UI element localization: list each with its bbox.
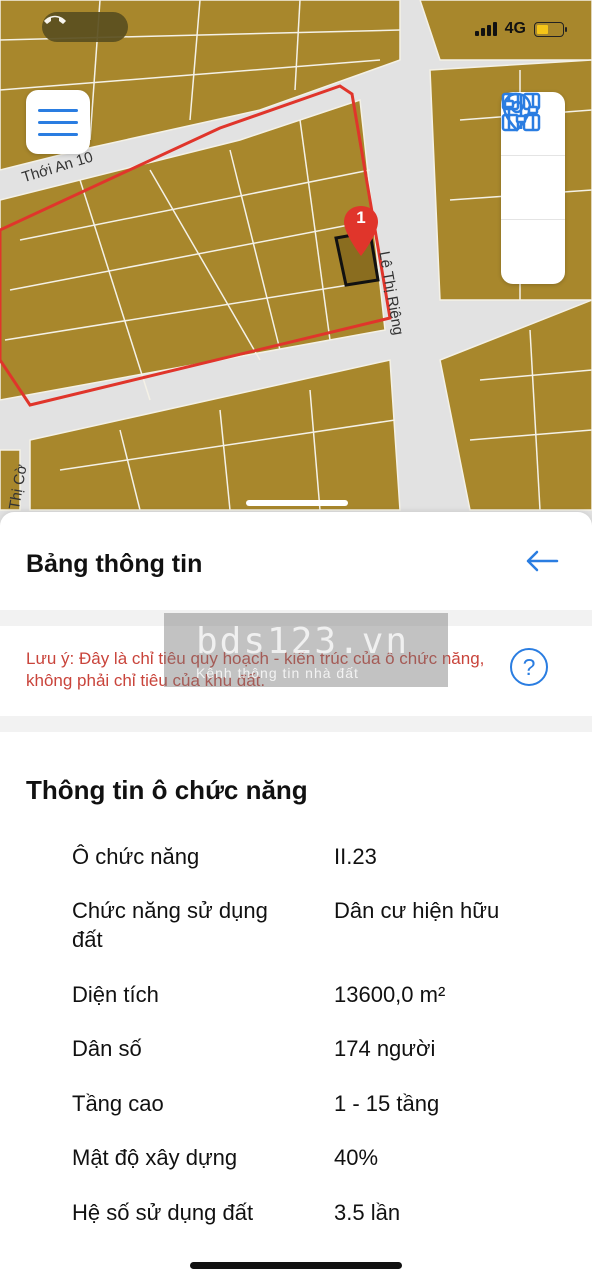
watermark-sub: Kênh thông tin nhà đất bbox=[196, 665, 359, 681]
table-row: Mật độ xây dựng 40% bbox=[72, 1143, 562, 1198]
row-label: Mật độ xây dựng bbox=[72, 1145, 238, 1170]
table-row: Hệ số sử dụng đất 3.5 lần bbox=[72, 1198, 562, 1252]
status-bar-right: 4G bbox=[474, 20, 567, 38]
row-value: 174 người bbox=[334, 1036, 436, 1061]
row-value: Dân cư hiện hữu bbox=[334, 898, 500, 923]
section-title: Thông tin ô chức năng bbox=[26, 775, 308, 805]
row-label: Diện tích bbox=[72, 982, 159, 1007]
watermark-main: bds123.vn bbox=[196, 621, 410, 662]
sliders-icon bbox=[503, 95, 539, 129]
signal-icon bbox=[474, 22, 497, 36]
row-value: 40% bbox=[334, 1145, 379, 1170]
help-button[interactable]: ? bbox=[510, 648, 548, 686]
sheet-drag-handle[interactable] bbox=[246, 500, 348, 506]
table-row: Diện tích 13600,0 m² bbox=[72, 980, 562, 1034]
table-row: Chức năng sử dụng đất Dân cư hiện hữu bbox=[72, 896, 562, 980]
menu-button[interactable] bbox=[26, 90, 90, 154]
table-row: Ô chức năng II.23 bbox=[72, 842, 562, 896]
divider bbox=[0, 716, 592, 732]
menu-icon bbox=[38, 108, 78, 112]
map-tools bbox=[501, 92, 565, 284]
back-button[interactable] bbox=[520, 546, 564, 576]
call-indicator[interactable] bbox=[42, 12, 128, 42]
question-mark-icon: ? bbox=[522, 653, 536, 680]
map-view[interactable]: Thới An 10 Lê Thị Riêng Thị Cờ 1 4G bbox=[0, 0, 592, 540]
filter-button[interactable] bbox=[501, 95, 565, 284]
watermark: bds123.vn Kênh thông tin nhà đất bbox=[164, 613, 448, 687]
info-table: Ô chức năng II.23 Chức năng sử dụng đất … bbox=[72, 842, 562, 1252]
row-label: Chức năng sử dụng đất bbox=[72, 898, 268, 952]
home-indicator[interactable] bbox=[190, 1262, 402, 1269]
info-sheet: Bảng thông tin Lưu ý: Đây là chỉ tiêu qu… bbox=[0, 512, 592, 1280]
marker-number: 1 bbox=[356, 208, 366, 227]
row-label: Tầng cao bbox=[72, 1091, 164, 1116]
row-value: II.23 bbox=[334, 844, 377, 869]
location-button[interactable] bbox=[501, 92, 565, 220]
row-value: 3.5 lần bbox=[334, 1200, 401, 1225]
table-row: Dân số 174 người bbox=[72, 1034, 562, 1089]
row-value: 13600,0 m² bbox=[334, 982, 446, 1007]
battery-icon bbox=[534, 21, 567, 37]
arrow-left-icon bbox=[526, 550, 559, 572]
phone-icon bbox=[44, 15, 66, 24]
row-label: Dân số bbox=[72, 1036, 142, 1061]
row-value: 1 - 15 tầng bbox=[334, 1091, 440, 1116]
sheet-title: Bảng thông tin bbox=[26, 550, 203, 578]
network-type: 4G bbox=[504, 20, 526, 37]
row-label: Ô chức năng bbox=[72, 844, 200, 869]
table-row: Tầng cao 1 - 15 tầng bbox=[72, 1089, 562, 1143]
sheet-header: Bảng thông tin bbox=[0, 512, 592, 612]
row-label: Hệ số sử dụng đất bbox=[72, 1200, 254, 1225]
